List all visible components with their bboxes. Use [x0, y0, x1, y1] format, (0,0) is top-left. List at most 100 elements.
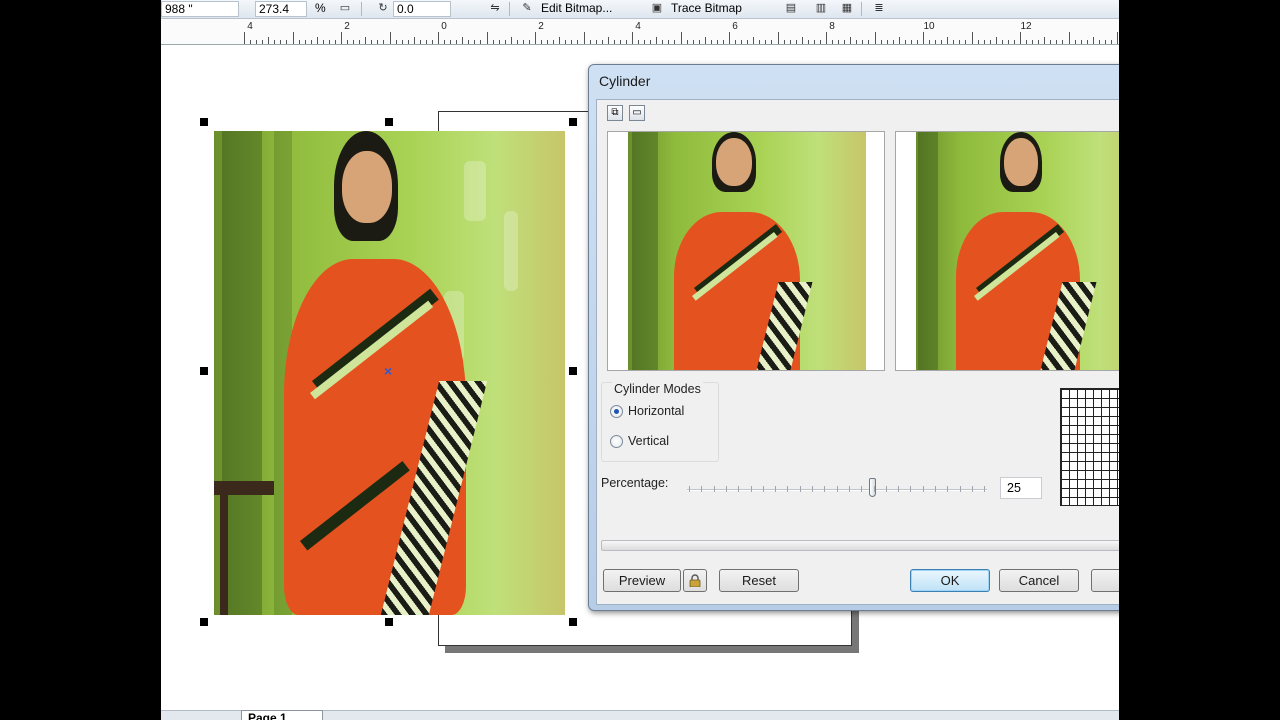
ruler-tick: [298, 40, 300, 44]
selection-handle-bl[interactable]: [200, 618, 208, 626]
ruler-tick: [729, 32, 730, 44]
ruler-label: 6: [732, 21, 738, 32]
ruler-tick: [322, 40, 324, 44]
bitmap-mask-icon[interactable]: ▤: [783, 1, 799, 16]
page-tab[interactable]: Page 1: [241, 710, 323, 720]
ruler-tick: [826, 32, 827, 44]
cancel-button[interactable]: Cancel: [999, 569, 1079, 592]
ruler-tick: [662, 40, 664, 44]
mirror-icon[interactable]: ⇋: [487, 1, 503, 16]
vertical-label[interactable]: Vertical: [628, 434, 669, 448]
rotation-center-icon[interactable]: ×: [384, 364, 392, 378]
ruler-tick: [571, 40, 573, 44]
progress-bar: [601, 540, 1119, 551]
ruler-tick: [516, 40, 518, 44]
ruler-tick: [868, 40, 870, 44]
ruler-tick: [438, 32, 439, 44]
ruler-label: 2: [344, 21, 350, 32]
ruler-label: 12: [1020, 21, 1032, 32]
selection-handle-bc[interactable]: [385, 618, 393, 626]
ruler-tick: [395, 40, 397, 44]
corel-workspace: 988 " 273.4 % ▭ ↻ 0.0 ⇋ ✎ Edit Bitmap...…: [161, 0, 1119, 720]
ruler-tick: [692, 40, 694, 44]
slider-tick: [775, 486, 777, 492]
ruler-tick: [565, 40, 567, 44]
selection-handle-tr[interactable]: [569, 118, 577, 126]
ruler-label: 4: [247, 21, 253, 32]
ok-button[interactable]: OK: [910, 569, 990, 592]
selection-handle-ml[interactable]: [200, 367, 208, 375]
drawing-canvas[interactable]: × Cylinder ⧉ ▭ Cylinder Modes Horizontal…: [161, 45, 1119, 710]
selection-handle-mr[interactable]: [569, 367, 577, 375]
percentage-slider-thumb[interactable]: [869, 478, 876, 497]
page-navigator: Page 1: [161, 710, 1119, 720]
scale-field[interactable]: 273.4: [255, 1, 307, 17]
slider-tick: [824, 486, 826, 492]
ruler-tick: [383, 40, 385, 44]
ruler-tick: [1007, 40, 1009, 44]
horizontal-label[interactable]: Horizontal: [628, 404, 684, 418]
ruler-tick: [601, 40, 603, 44]
ruler-tick: [965, 40, 967, 44]
ruler-tick: [480, 40, 482, 44]
ruler-tick: [244, 32, 245, 44]
ruler-tick: [286, 40, 288, 44]
ruler-tick: [1074, 40, 1076, 44]
ruler-tick: [686, 40, 688, 44]
reset-button[interactable]: Reset: [719, 569, 799, 592]
lock-icon: [689, 574, 701, 588]
slider-tick: [701, 486, 703, 492]
ruler-tick: [541, 40, 543, 44]
slider-tick: [689, 486, 690, 492]
ruler-tick: [407, 40, 409, 44]
ruler-tick: [910, 40, 912, 44]
lock-preview-button[interactable]: [683, 569, 707, 592]
ruler-tick: [668, 40, 670, 44]
slider-tick: [898, 486, 900, 492]
lock-ratio-icon[interactable]: ▭: [337, 1, 353, 16]
object-width-field[interactable]: 988 ": [161, 1, 239, 17]
slider-tick: [848, 486, 850, 492]
ruler-label: 2: [538, 21, 544, 32]
percentage-input[interactable]: 25: [1000, 477, 1042, 499]
ruler-tick: [613, 40, 615, 44]
ruler-tick: [789, 40, 791, 44]
original-preview[interactable]: [607, 131, 885, 371]
ruler-tick: [341, 32, 342, 44]
ruler-tick: [1013, 40, 1015, 44]
ruler-tick: [413, 37, 415, 44]
ruler-tick: [486, 32, 488, 44]
cylinder-dialog: Cylinder ⧉ ▭ Cylinder Modes Horizontal V…: [588, 64, 1119, 611]
horizontal-radio[interactable]: [610, 405, 623, 418]
vertical-radio[interactable]: [610, 435, 623, 448]
ruler-tick: [819, 40, 821, 44]
trace-bitmap-button[interactable]: Trace Bitmap: [671, 1, 761, 16]
help-button[interactable]: [1091, 569, 1119, 592]
selection-handle-br[interactable]: [569, 618, 577, 626]
slider-tick: [762, 486, 764, 492]
ruler-tick: [698, 40, 700, 44]
text-wrap-icon[interactable]: ≣: [871, 1, 887, 16]
ruler-tick: [462, 37, 464, 44]
ruler-tick: [425, 40, 427, 44]
ruler-label: 10: [923, 21, 935, 32]
ruler-tick: [292, 32, 294, 44]
ruler-tick: [504, 40, 506, 44]
ruler-tick: [547, 40, 549, 44]
result-preview[interactable]: [895, 131, 1119, 371]
ruler-tick: [577, 40, 579, 44]
single-view-icon[interactable]: ▭: [629, 105, 645, 121]
preview-button[interactable]: Preview: [603, 569, 681, 592]
resample-icon[interactable]: ▥: [813, 1, 829, 16]
split-view-icon[interactable]: ⧉: [607, 105, 623, 121]
edit-bitmap-button[interactable]: Edit Bitmap...: [541, 1, 631, 16]
rotation-field[interactable]: 0.0: [393, 1, 451, 17]
distortion-grid-preview: [1060, 388, 1119, 506]
ruler-tick: [977, 40, 979, 44]
property-bar: 988 " 273.4 % ▭ ↻ 0.0 ⇋ ✎ Edit Bitmap...…: [161, 0, 1119, 19]
crop-bitmap-icon[interactable]: ▦: [839, 1, 855, 16]
selection-handle-tc[interactable]: [385, 118, 393, 126]
ruler-tick: [753, 37, 755, 44]
selection-handle-tl[interactable]: [200, 118, 208, 126]
horizontal-ruler[interactable]: 4 2 0 2 4 6 8 10 12: [161, 19, 1119, 45]
